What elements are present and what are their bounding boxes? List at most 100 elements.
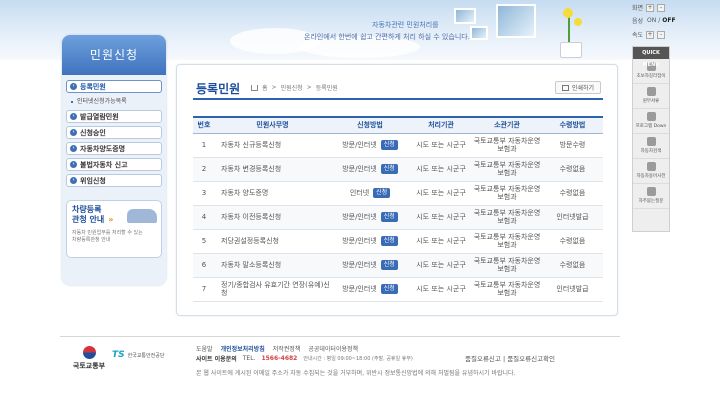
cell-owner: 국토교통부 자동차운영보험과 (472, 277, 542, 302)
sidebar-item-illegal-report[interactable]: › 불법자동차 신고 (66, 158, 162, 171)
speed-up-button[interactable]: + (646, 30, 655, 39)
cell-org: 시도 또는 시군구 (410, 157, 472, 182)
cell-method: 방문/인터넷 신청 (330, 157, 410, 182)
zoom-out-button[interactable]: - (657, 3, 666, 12)
ts-logo[interactable]: TS 한국교통안전공단 (112, 350, 164, 360)
cell-name[interactable]: 정기/종합검사 유효기간 연장(유예)신청 (215, 277, 330, 302)
sidebar-item-label: 발급열람민원 (80, 112, 119, 121)
column-header-owner: 소관기관 (472, 116, 542, 134)
cell-receive: 수령없음 (542, 229, 603, 254)
quick-menu-title: QUICK MENU (633, 47, 669, 68)
cell-number: 3 (193, 181, 215, 206)
hero-subtitle: 자동차관련 민원처리를 (372, 21, 439, 29)
cell-receive: 인터넷발급 (542, 277, 603, 302)
photo-decoration (470, 26, 488, 40)
cell-receive: 수령없음 (542, 253, 603, 278)
cell-name[interactable]: 자동차 신규등록신청 (215, 133, 330, 158)
quick-menu: QUICK MENU 초보자길라잡이 원부서류 프로그램 Down 자동차검색 … (632, 46, 670, 232)
breadcrumb-home[interactable]: 홈 (262, 83, 268, 92)
cell-receive: 수령없음 (542, 157, 603, 182)
sidebar-item-issue[interactable]: › 발급열람민원 (66, 110, 162, 123)
breadcrumb-separator: > (306, 84, 312, 91)
cell-name[interactable]: 자동차 변경등록신청 (215, 157, 330, 182)
cell-receive: 방문수령 (542, 133, 603, 158)
quick-item-faq[interactable]: 자주묻는질문 (633, 184, 669, 209)
sidebar-item-transfer[interactable]: › 자동차양도증명 (66, 142, 162, 155)
cell-method: 방문/인터넷 신청 (330, 229, 410, 254)
apply-button[interactable]: 신청 (380, 236, 398, 246)
quick-item-ledger[interactable]: 원부서류 (633, 84, 669, 109)
apply-button[interactable]: 신청 (380, 260, 398, 270)
main-content: 등록민원 홈 > 민원신청 > 등록민원 인쇄하기 번호 민원사무명 신청방법 … (176, 64, 618, 316)
cell-org: 시도 또는 시군구 (410, 181, 472, 206)
table-row: 1 자동차 신규등록신청 방문/인터넷 신청 시도 또는 시군구 국토교통부 자동차운영보… (193, 133, 603, 158)
cell-name[interactable]: 자동차 이전등록신청 (215, 205, 330, 230)
column-header-method: 신청방법 (330, 116, 410, 134)
breadcrumb-current: 등록민원 (315, 85, 338, 92)
quality-report-links[interactable]: 품질오류신고 | 품질오류신고확인 (465, 353, 555, 363)
apply-button[interactable]: 신청 (380, 164, 398, 174)
breadcrumb: 홈 > 민원신청 > 등록민원 (251, 83, 338, 92)
sidebar-item-delegation[interactable]: › 위임신청 (66, 174, 162, 187)
table-row: 7 정기/종합검사 유효기간 연장(유예)신청 방문/인터넷 신청 시도 또는 시군구 국… (193, 277, 603, 302)
apply-button[interactable]: 신청 (380, 212, 398, 222)
question-icon (646, 187, 656, 196)
breadcrumb-separator: > (271, 84, 277, 91)
footer-link-copyright[interactable]: 저작권정책 (273, 344, 301, 353)
right-quick-bar: 화면 + - 음성 ON / OFF 속도 + - QUICK MENU 초보자… (632, 0, 720, 402)
footer-link-help[interactable]: 도움말 (196, 344, 213, 353)
title-divider (193, 98, 603, 100)
cell-name[interactable]: 자동차 말소등록신청 (215, 253, 330, 278)
speed-down-button[interactable]: - (657, 30, 666, 39)
email-policy-note: 본 웹 사이트에 게시된 이메일 주소가 자동 수집되는 것을 거부하며, 위반… (196, 370, 516, 377)
cell-owner: 국토교통부 자동차운영보험과 (472, 157, 542, 182)
cell-number: 6 (193, 253, 215, 278)
cell-org: 시도 또는 시군구 (410, 277, 472, 302)
breadcrumb-apply[interactable]: 민원신청 (281, 83, 303, 92)
cell-owner: 국토교통부 자동차운영보험과 (472, 133, 542, 158)
apply-button[interactable]: 신청 (380, 140, 398, 150)
cell-name[interactable]: 저당권설정등록신청 (215, 229, 330, 254)
footer-link-public-data[interactable]: 공공데이터이용정책 (308, 344, 358, 353)
zoom-in-button[interactable]: + (646, 3, 655, 12)
sidebar-item-label: 등록민원 (80, 82, 106, 91)
arrow-icon: › (70, 129, 77, 136)
sidebar-item-label: 신청승인 (80, 128, 106, 137)
quick-item-program-download[interactable]: 프로그램 Down (633, 109, 669, 134)
sidebar-subitem-internet-list[interactable]: 인터넷신청가능목록 (66, 96, 162, 108)
cell-owner: 국토교통부 자동차운영보험과 (472, 229, 542, 254)
cell-name[interactable]: 자동차 양도증명 (215, 181, 330, 206)
cell-owner: 국토교통부 자동차운영보험과 (472, 205, 542, 230)
cell-receive: 인터넷발급 (542, 205, 603, 230)
cell-number: 2 (193, 157, 215, 182)
footer-link-privacy[interactable]: 개인정보처리방침 (221, 344, 265, 353)
apply-button[interactable]: 신청 (373, 188, 391, 198)
voice-off-toggle[interactable]: OFF (662, 17, 675, 24)
home-icon[interactable] (251, 84, 258, 91)
cell-number: 1 (193, 133, 215, 158)
registration-office-promo[interactable]: 차량등록 관청 안내» 자동차 민원업무를 처리할 수 있는 차량등록관청 안내 (66, 200, 162, 258)
sidebar-item-approval[interactable]: › 신청승인 (66, 126, 162, 139)
cell-owner: 국토교통부 자동차운영보험과 (472, 181, 542, 206)
cell-org: 시도 또는 시군구 (410, 253, 472, 278)
ministry-logo[interactable]: 국토교통부 (68, 346, 110, 372)
column-header-number: 번호 (193, 116, 215, 134)
apply-button[interactable]: 신청 (380, 284, 398, 294)
civil-affairs-table: 번호 민원사무명 신청방법 처리기관 소관기관 수령방법 1 자동차 신규등록신청… (193, 116, 603, 302)
cell-method: 방문/인터넷 신청 (330, 205, 410, 230)
sidebar-item-label: 자동차양도증명 (80, 144, 126, 153)
double-arrow-icon: » (108, 215, 114, 224)
sidebar-item-register[interactable]: › 등록민원 (66, 80, 162, 93)
quick-item-glossary[interactable]: 자동차용어사전 (633, 159, 669, 184)
print-button[interactable]: 인쇄하기 (555, 81, 601, 94)
quick-item-car-search[interactable]: 자동차검색 (633, 134, 669, 159)
table-row: 2 자동차 변경등록신청 방문/인터넷 신청 시도 또는 시군구 국토교통부 자동차운영보… (193, 157, 603, 182)
photo-decoration (454, 8, 476, 24)
flower-decoration (563, 8, 573, 18)
column-header-name: 민원사무명 (215, 116, 330, 134)
document-icon (646, 87, 656, 96)
photo-decoration (496, 4, 536, 38)
speed-control: 속도 + - (632, 30, 666, 39)
voice-on-toggle[interactable]: ON (647, 17, 656, 24)
pot-decoration (560, 42, 582, 58)
